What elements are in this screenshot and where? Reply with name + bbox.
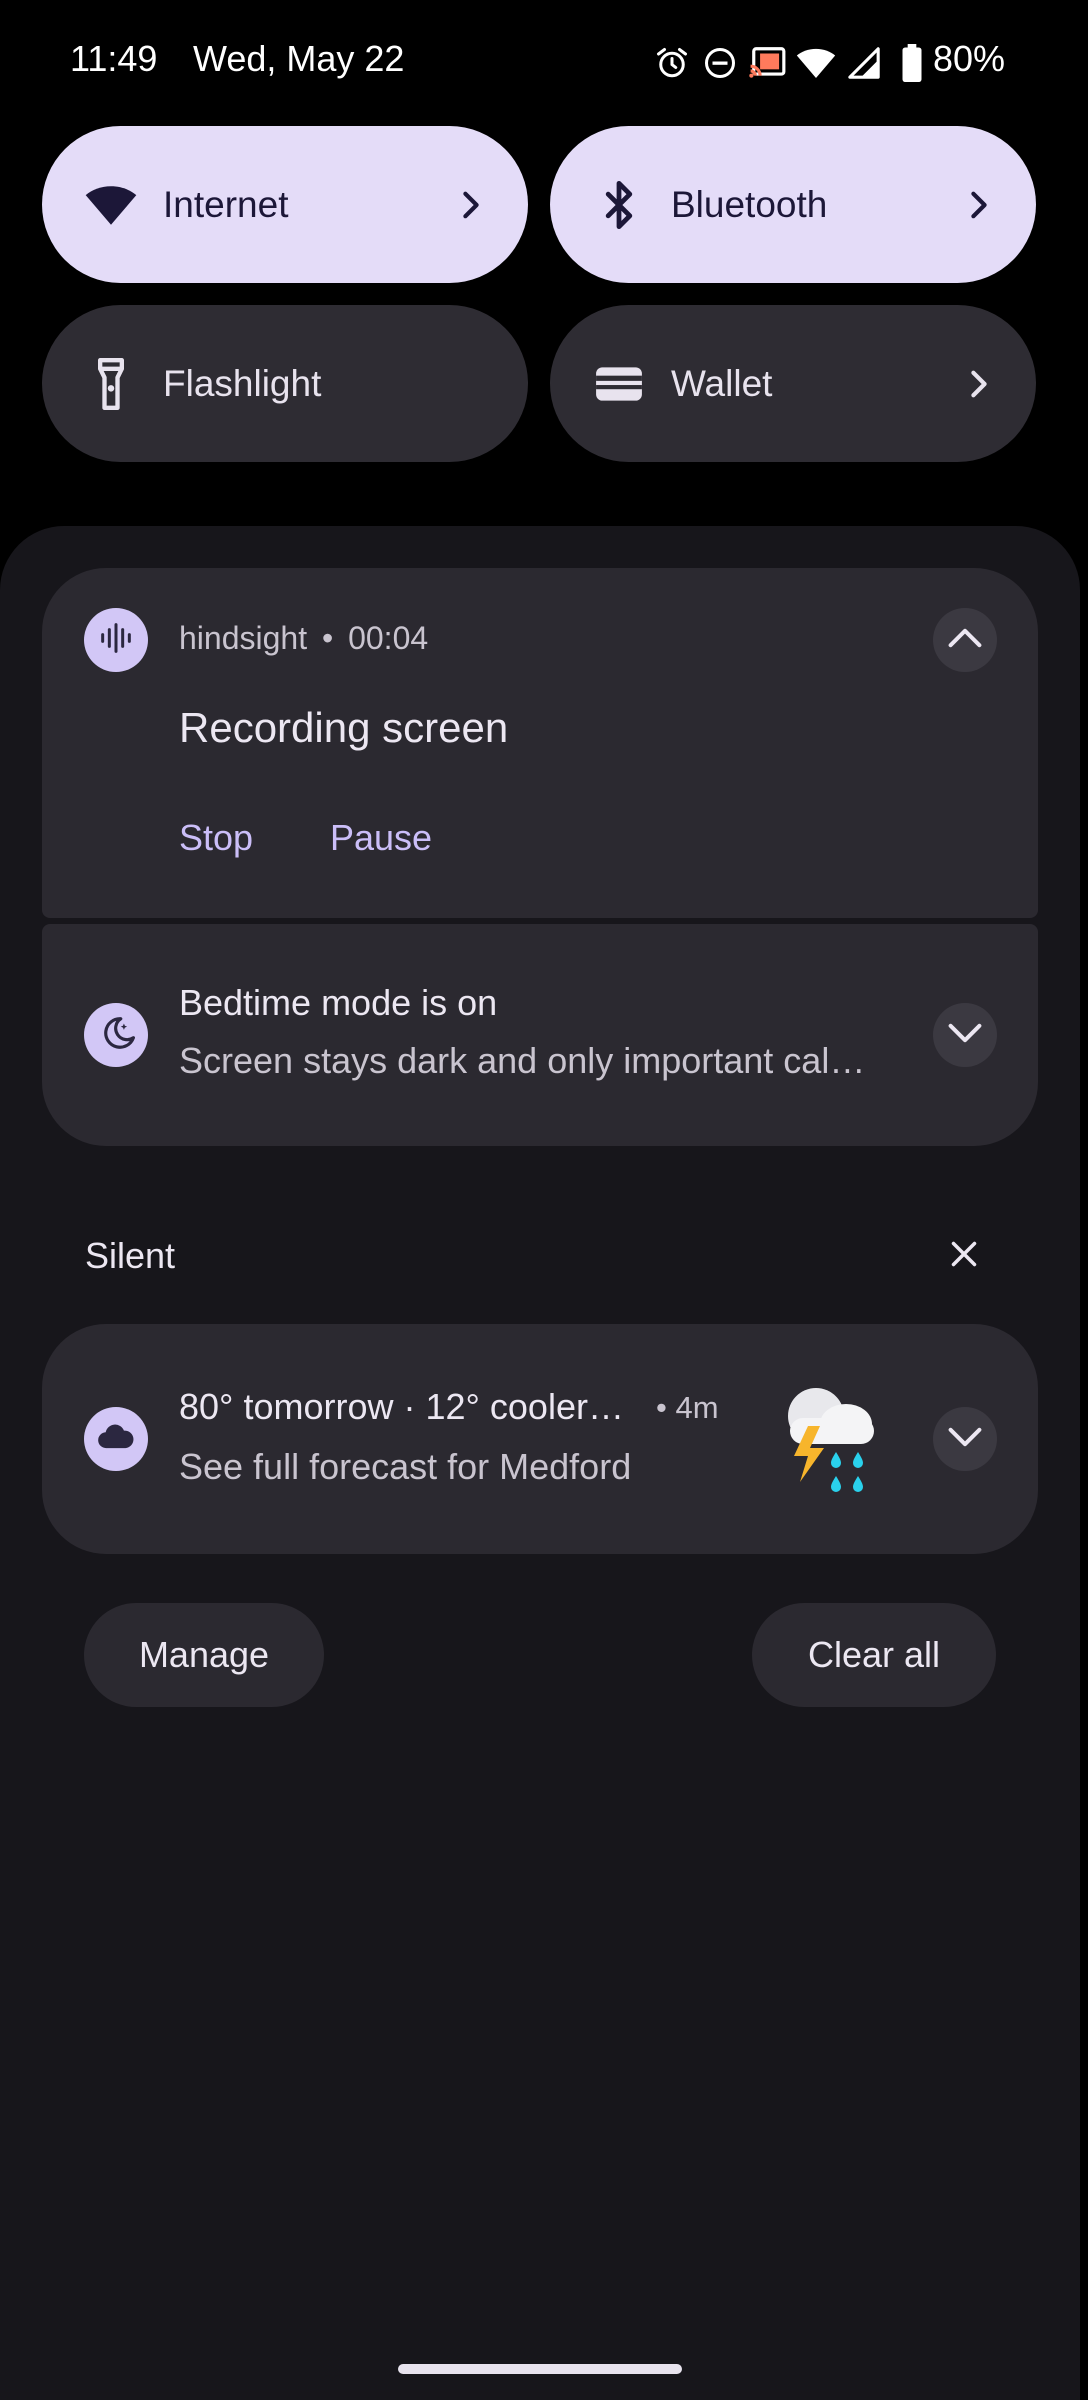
notification-text: See full forecast for Medford [179,1446,632,1487]
cast-icon [744,40,792,86]
notification-title: Recording screen [179,704,509,751]
status-date: Wed, May 22 [193,38,405,79]
moon-icon [97,1014,135,1057]
chevron-right-icon [456,185,486,225]
alarm-icon [648,40,696,86]
wallet-icon [590,355,648,413]
collapse-button[interactable] [933,608,997,672]
wifi-icon [82,176,140,234]
notification-text: Screen stays dark and only important cal… [179,1040,866,1081]
expand-button[interactable] [933,1003,997,1067]
cloud-icon [97,1424,135,1455]
tile-bluetooth-label: Bluetooth [671,183,828,225]
do-not-disturb-icon [696,40,744,86]
navigation-handle[interactable] [398,2364,682,2374]
chevron-down-icon [947,1022,983,1049]
app-icon-weather [84,1407,148,1471]
chevron-up-icon [947,627,983,654]
bluetooth-icon [590,176,648,234]
battery-percentage: 80% [933,38,1006,79]
app-icon-hindsight [84,608,148,672]
notification-title: Bedtime mode is on [179,982,498,1023]
tile-internet[interactable]: Internet [42,126,528,283]
weather-notification[interactable] [42,1324,1038,1554]
status-icons [648,40,936,86]
chevron-right-icon [964,364,994,404]
thunderstorm-rain-icon [776,1376,882,1502]
elapsed-time: 00:04 [348,620,429,656]
chevron-right-icon [964,185,994,225]
notification-title: 80° tomorrow · 12° cooler… [179,1386,624,1427]
chevron-down-icon [947,1426,983,1453]
app-name: hindsight [179,620,308,656]
notification-header: hindsight • 00:04 [179,620,428,657]
tile-flashlight-label: Flashlight [163,362,322,404]
battery-icon [888,40,936,86]
manage-button[interactable]: Manage [84,1603,324,1707]
clear-silent-button[interactable] [946,1238,982,1274]
audio-waveform-icon [99,622,133,658]
cellular-signal-icon [840,40,888,86]
stop-button[interactable]: Stop [179,817,253,859]
pause-button[interactable]: Pause [330,817,432,859]
tile-bluetooth[interactable]: Bluetooth [550,126,1036,283]
app-icon-bedtime [84,1003,148,1067]
header-separator: • [321,620,334,656]
tile-wallet-label: Wallet [671,362,773,404]
notification-time: • 4m [656,1390,719,1425]
tile-flashlight[interactable]: Flashlight [42,305,528,462]
close-icon [950,1240,978,1273]
clear-all-button[interactable]: Clear all [752,1603,996,1707]
tile-wallet[interactable]: Wallet [550,305,1036,462]
silent-section-header: Silent [85,1235,176,1276]
bedtime-notification[interactable] [42,924,1038,1146]
flashlight-icon [82,355,140,413]
wifi-icon [792,40,840,86]
status-time: 11:49 [70,38,158,79]
expand-button[interactable] [933,1407,997,1471]
tile-internet-label: Internet [163,183,289,225]
